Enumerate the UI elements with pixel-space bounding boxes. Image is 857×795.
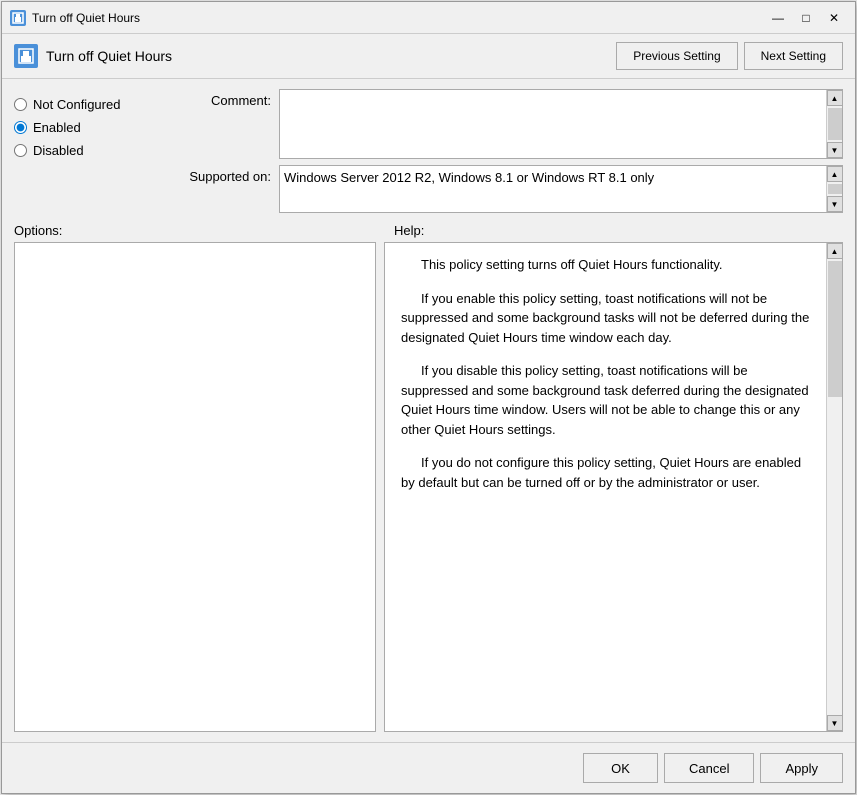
supported-label: Supported on: [179, 165, 279, 184]
header-icon [14, 44, 38, 68]
help-scroll-up[interactable]: ▲ [827, 243, 843, 259]
close-button[interactable]: ✕ [821, 8, 847, 28]
cancel-button[interactable]: Cancel [664, 753, 754, 783]
supported-scroll-down[interactable]: ▼ [827, 196, 843, 212]
help-para-4: If you do not configure this policy sett… [401, 453, 810, 492]
panels-row: This policy setting turns off Quiet Hour… [14, 242, 843, 732]
comment-box: ▲ ▼ [279, 89, 843, 159]
help-scroll-down[interactable]: ▼ [827, 715, 843, 731]
header-area: Turn off Quiet Hours Previous Setting Ne… [2, 34, 855, 79]
supported-value: Windows Server 2012 R2, Windows 8.1 or W… [280, 166, 826, 212]
comment-label: Comment: [179, 89, 279, 108]
comment-box-container: ▲ ▼ [279, 89, 843, 159]
not-configured-radio[interactable]: Not Configured [14, 97, 179, 112]
options-section-label: Options: [14, 223, 384, 238]
right-panel: Comment: ▲ ▼ Support [179, 89, 843, 213]
help-section-label: Help: [384, 223, 843, 238]
help-scroll-thumb [828, 261, 842, 397]
left-panel: Not Configured Enabled Disabled [14, 89, 179, 213]
supported-scroll-up[interactable]: ▲ [827, 166, 843, 182]
top-section: Not Configured Enabled Disabled Comm [14, 89, 843, 213]
next-setting-button[interactable]: Next Setting [744, 42, 843, 70]
disabled-input[interactable] [14, 144, 27, 157]
disabled-label: Disabled [33, 143, 84, 158]
minimize-button[interactable]: — [765, 8, 791, 28]
header-title: Turn off Quiet Hours [46, 48, 616, 64]
enabled-radio[interactable]: Enabled [14, 120, 179, 135]
help-para-3: If you disable this policy setting, toas… [401, 361, 810, 439]
enabled-label: Enabled [33, 120, 81, 135]
help-para-2: If you enable this policy setting, toast… [401, 289, 810, 348]
not-configured-label: Not Configured [33, 97, 120, 112]
maximize-button[interactable]: □ [793, 8, 819, 28]
supported-scroll-thumb [828, 184, 842, 194]
radio-group: Not Configured Enabled Disabled [14, 97, 179, 158]
not-configured-input[interactable] [14, 98, 27, 111]
supported-scrollbar: ▲ ▼ [826, 166, 842, 212]
disabled-radio[interactable]: Disabled [14, 143, 179, 158]
enabled-input[interactable] [14, 121, 27, 134]
main-content: Not Configured Enabled Disabled Comm [2, 79, 855, 742]
help-para-1: This policy setting turns off Quiet Hour… [401, 255, 810, 275]
comment-input[interactable] [280, 90, 826, 158]
title-bar-controls: — □ ✕ [765, 8, 847, 28]
bottom-section: Options: Help: This policy setting turns… [14, 223, 843, 732]
comment-row: Comment: ▲ ▼ [179, 89, 843, 159]
help-content: This policy setting turns off Quiet Hour… [385, 243, 826, 731]
title-bar-icon [10, 10, 26, 26]
previous-setting-button[interactable]: Previous Setting [616, 42, 737, 70]
header-buttons: Previous Setting Next Setting [616, 42, 843, 70]
comment-scroll-up[interactable]: ▲ [827, 90, 843, 106]
ok-button[interactable]: OK [583, 753, 658, 783]
dialog-window: Turn off Quiet Hours — □ ✕ Turn off Quie… [1, 1, 856, 794]
title-bar: Turn off Quiet Hours — □ ✕ [2, 2, 855, 34]
section-headers: Options: Help: [14, 223, 843, 238]
comment-scroll-down[interactable]: ▼ [827, 142, 843, 158]
supported-box-container: Windows Server 2012 R2, Windows 8.1 or W… [279, 165, 843, 213]
help-scrollbar: ▲ ▼ [826, 243, 842, 731]
comment-scroll-thumb [828, 108, 842, 140]
help-panel: This policy setting turns off Quiet Hour… [384, 242, 843, 732]
apply-button[interactable]: Apply [760, 753, 843, 783]
footer: OK Cancel Apply [2, 742, 855, 793]
supported-box: Windows Server 2012 R2, Windows 8.1 or W… [279, 165, 843, 213]
comment-scrollbar: ▲ ▼ [826, 90, 842, 158]
options-panel [14, 242, 376, 732]
title-bar-text: Turn off Quiet Hours [32, 11, 765, 25]
supported-row: Supported on: Windows Server 2012 R2, Wi… [179, 165, 843, 213]
